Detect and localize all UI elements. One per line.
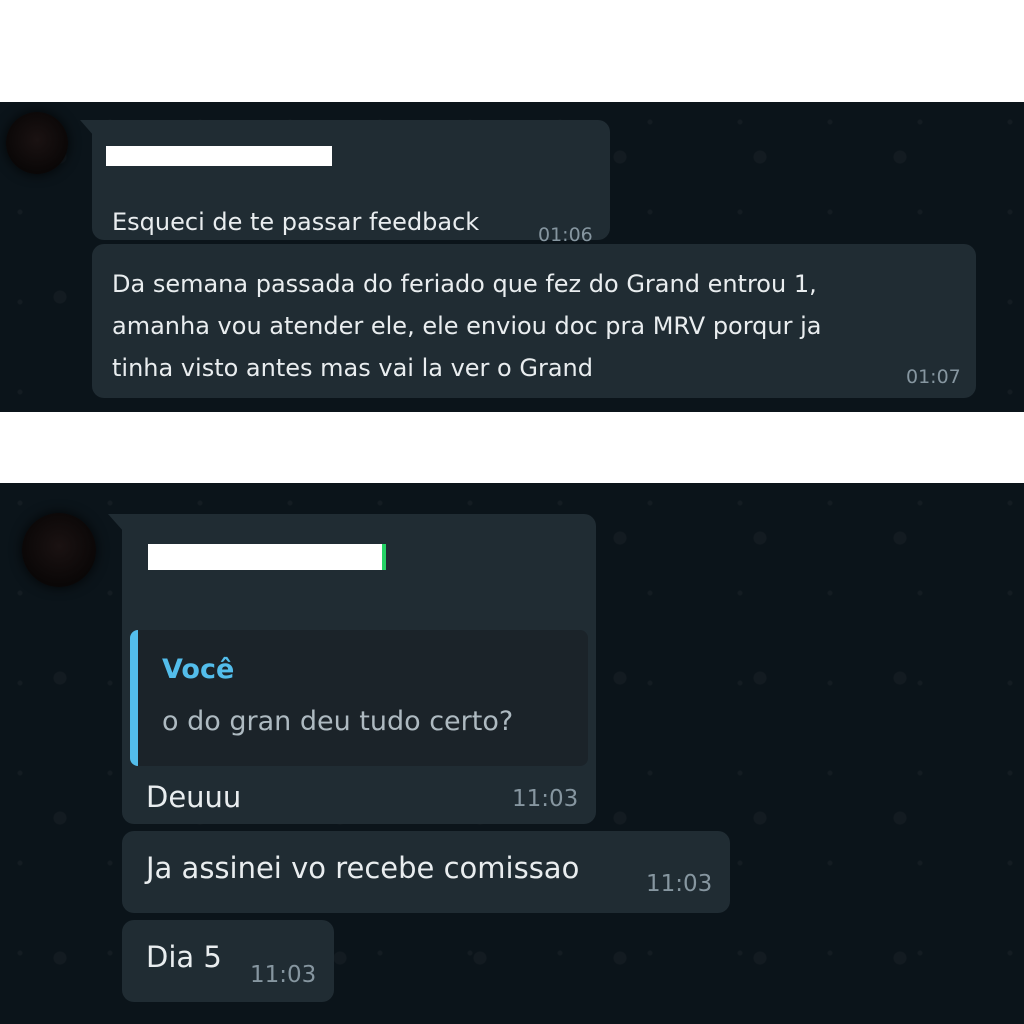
message-bubble[interactable]: Dia 5 11:03 [122, 920, 334, 1002]
bubble-tail [108, 514, 124, 532]
message-time: 11:03 [512, 786, 579, 812]
message-text: Deuuu [146, 780, 242, 814]
message-text: Da semana passada do feriado que fez do … [112, 270, 822, 382]
message-time: 01:06 [538, 224, 593, 246]
quote-author: Você [162, 654, 235, 685]
message-time: 11:03 [250, 962, 317, 988]
message-text: Dia 5 [146, 940, 222, 974]
bubble-tail [80, 120, 94, 136]
message-time: 11:03 [646, 871, 713, 897]
message-time: 01:07 [906, 366, 961, 388]
chat-screenshot-2: Você o do gran deu tudo certo? Deuuu 11:… [0, 483, 1024, 1024]
contact-avatar[interactable] [6, 112, 68, 174]
redacted-sender-name [148, 544, 386, 570]
quote-accent-bar [130, 630, 138, 766]
message-text: Ja assinei vo recebe comissao [146, 851, 580, 885]
contact-avatar[interactable] [22, 513, 96, 587]
redacted-sender-name [106, 146, 332, 166]
message-bubble[interactable]: Da semana passada do feriado que fez do … [92, 244, 976, 398]
quoted-reply[interactable]: Você o do gran deu tudo certo? [130, 630, 588, 766]
message-bubble[interactable]: Ja assinei vo recebe comissao 11:03 [122, 831, 730, 913]
quote-text: o do gran deu tudo certo? [162, 706, 514, 737]
message-bubble[interactable]: Esqueci de te passar feedback 01:06 [80, 120, 610, 246]
message-bubble[interactable]: Você o do gran deu tudo certo? Deuuu 11:… [108, 514, 596, 824]
message-text: Esqueci de te passar feedback [112, 208, 480, 236]
chat-screenshot-1: Esqueci de te passar feedback 01:06 Da s… [0, 102, 1024, 412]
